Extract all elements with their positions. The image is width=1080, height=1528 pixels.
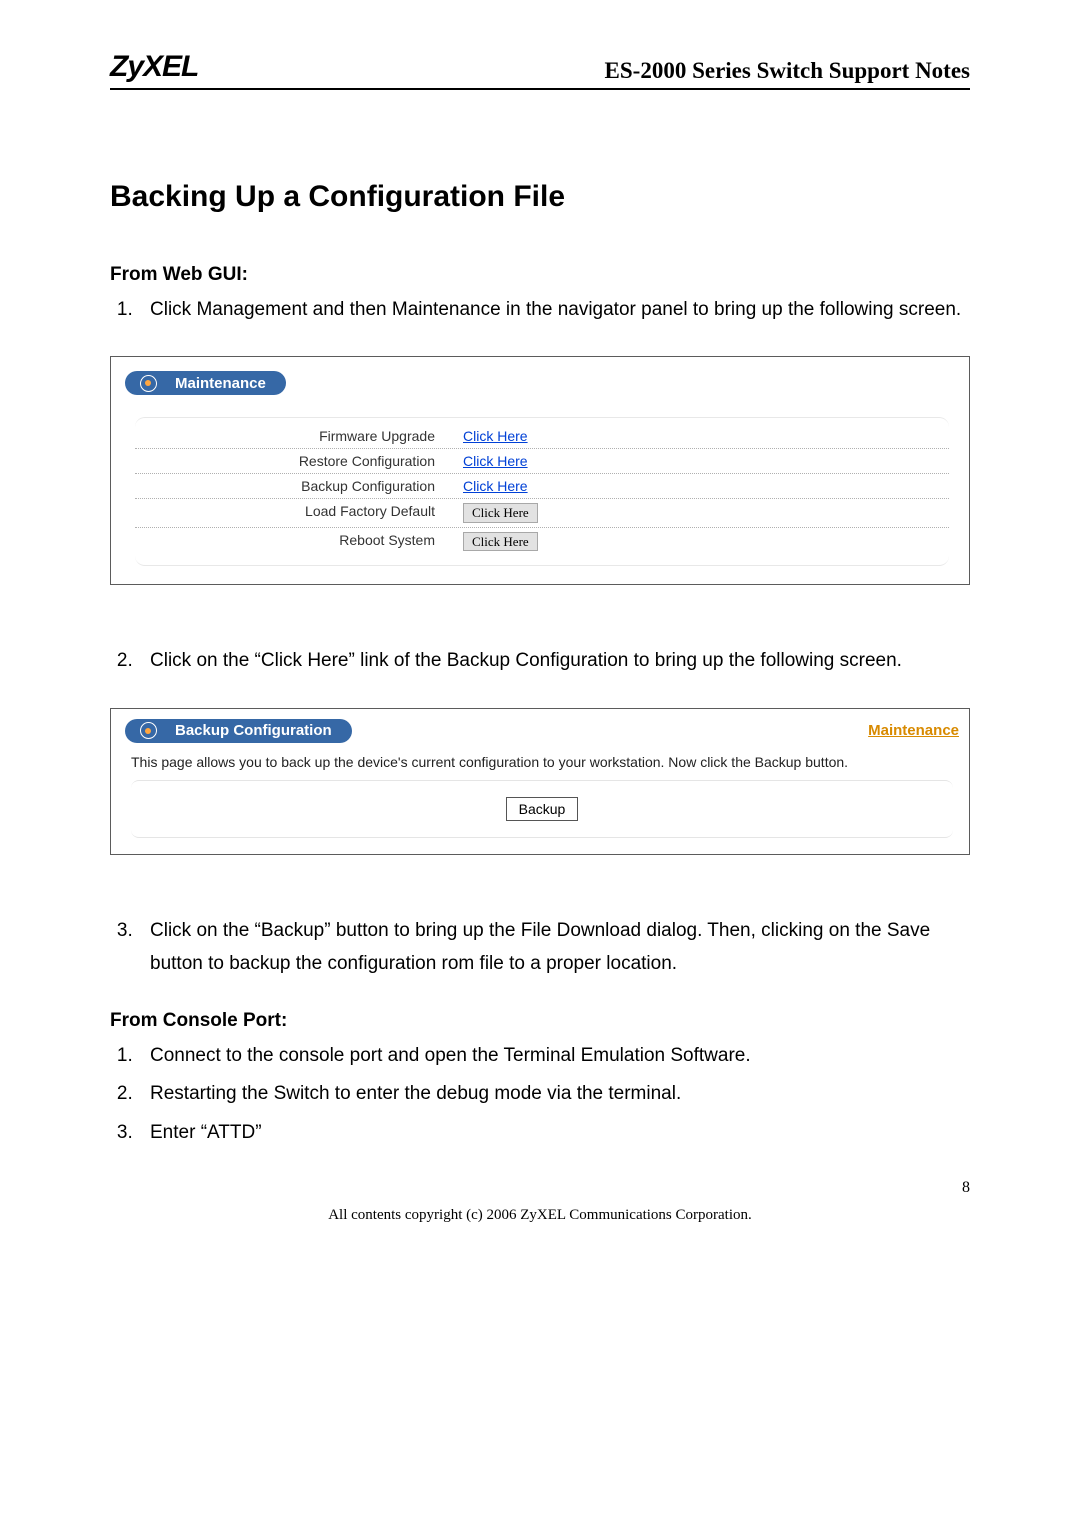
table-row: Backup Configuration Click Here	[135, 474, 949, 499]
web-gui-step-3: Click on the “Backup” button to bring up…	[138, 915, 970, 980]
maintenance-panel-title: Maintenance	[171, 371, 286, 395]
page-header: ZyXEL ES-2000 Series Switch Support Note…	[110, 50, 970, 90]
load-factory-default-button[interactable]: Click Here	[463, 503, 538, 523]
doc-title: ES-2000 Series Switch Support Notes	[605, 58, 970, 84]
firmware-upgrade-link[interactable]: Click Here	[463, 428, 528, 444]
table-row: Load Factory Default Click Here	[135, 499, 949, 528]
maintenance-panel-header: Maintenance	[125, 371, 286, 395]
maintenance-table: Firmware Upgrade Click Here Restore Conf…	[135, 417, 949, 566]
section-title: Backing Up a Configuration File	[110, 180, 970, 214]
row-label-firmware-upgrade: Firmware Upgrade	[135, 428, 463, 444]
panel-bullet-icon	[125, 371, 171, 395]
table-row: Restore Configuration Click Here	[135, 449, 949, 474]
console-step-2: Restarting the Switch to enter the debug…	[138, 1078, 970, 1110]
table-row: Reboot System Click Here	[135, 528, 949, 556]
from-web-gui-heading: From Web GUI:	[110, 264, 970, 286]
backup-configuration-screenshot: Backup Configuration Maintenance This pa…	[110, 708, 970, 856]
reboot-system-button[interactable]: Click Here	[463, 532, 538, 552]
maintenance-screenshot: Maintenance Firmware Upgrade Click Here …	[110, 356, 970, 585]
backup-configuration-link[interactable]: Click Here	[463, 478, 528, 494]
row-label-reboot-system: Reboot System	[135, 532, 463, 552]
logo: ZyXEL	[110, 50, 198, 84]
page-number: 8	[110, 1179, 970, 1197]
from-console-port-heading: From Console Port:	[110, 1010, 970, 1032]
row-label-load-factory-default: Load Factory Default	[135, 503, 463, 523]
table-row: Firmware Upgrade Click Here	[135, 424, 949, 449]
backup-panel-title: Backup Configuration	[171, 719, 352, 743]
panel-bullet-icon	[125, 719, 171, 743]
restore-configuration-link[interactable]: Click Here	[463, 453, 528, 469]
console-step-1: Connect to the console port and open the…	[138, 1040, 970, 1072]
web-gui-step-2: Click on the “Click Here” link of the Ba…	[138, 645, 970, 677]
backup-description-text: This page allows you to back up the devi…	[131, 753, 953, 773]
maintenance-breadcrumb-link[interactable]: Maintenance	[868, 722, 959, 739]
row-label-backup-configuration: Backup Configuration	[135, 478, 463, 494]
web-gui-step-1: Click Management and then Maintenance in…	[138, 294, 970, 326]
backup-button[interactable]: Backup	[506, 797, 579, 821]
console-step-3: Enter “ATTD”	[138, 1117, 970, 1149]
backup-panel-header: Backup Configuration	[125, 719, 352, 743]
row-label-restore-configuration: Restore Configuration	[135, 453, 463, 469]
footer-copyright: All contents copyright (c) 2006 ZyXEL Co…	[110, 1207, 970, 1224]
